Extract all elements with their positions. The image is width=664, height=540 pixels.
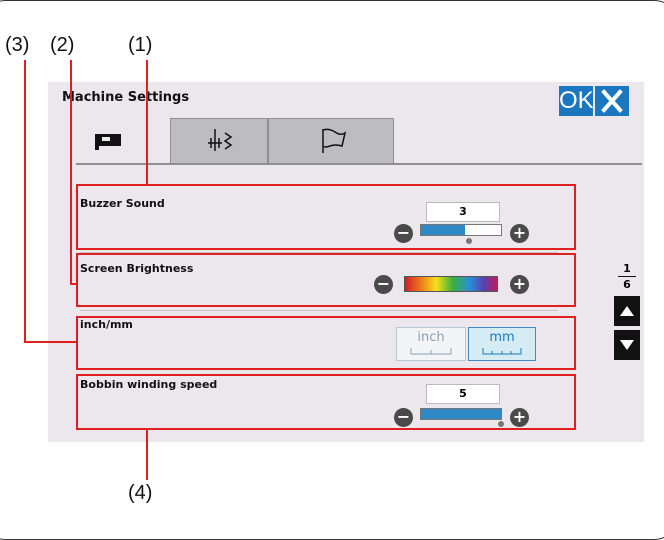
tab-sewing[interactable] xyxy=(170,118,268,164)
presser-foot-icon xyxy=(208,129,233,151)
highlight-box-bobbin xyxy=(76,374,576,430)
callout-1: (1) xyxy=(128,34,153,56)
leader-line-2 xyxy=(70,283,78,285)
ok-button[interactable]: OK xyxy=(559,86,594,116)
page-current: 1 xyxy=(623,262,631,275)
leader-line-4 xyxy=(146,430,148,480)
close-icon xyxy=(601,89,623,113)
callout-3: (3) xyxy=(5,34,30,56)
leader-line-1 xyxy=(146,60,148,185)
sewing-machine-icon xyxy=(95,134,121,150)
window-title: Machine Settings xyxy=(62,90,190,105)
highlight-box-units xyxy=(76,316,576,370)
highlight-box-buzzer xyxy=(76,184,576,250)
callout-2: (2) xyxy=(50,34,75,56)
callout-4: (4) xyxy=(128,482,153,504)
page-up-button[interactable] xyxy=(614,296,640,326)
leader-line-2 xyxy=(70,60,72,284)
highlight-box-brightness xyxy=(76,253,576,307)
page-total: 6 xyxy=(623,278,631,291)
tab-flag[interactable] xyxy=(268,118,394,164)
close-button[interactable] xyxy=(595,86,629,116)
page-down-button[interactable] xyxy=(614,330,640,360)
flag-icon xyxy=(322,128,347,153)
row-divider xyxy=(80,310,558,311)
tab-divider xyxy=(76,163,642,165)
page-indicator: 1 6 xyxy=(610,262,644,291)
leader-line-3 xyxy=(24,60,26,342)
leader-line-3 xyxy=(24,341,78,343)
arrow-down-icon xyxy=(620,340,634,350)
tab-machine[interactable] xyxy=(76,118,170,164)
arrow-up-icon xyxy=(620,306,634,316)
